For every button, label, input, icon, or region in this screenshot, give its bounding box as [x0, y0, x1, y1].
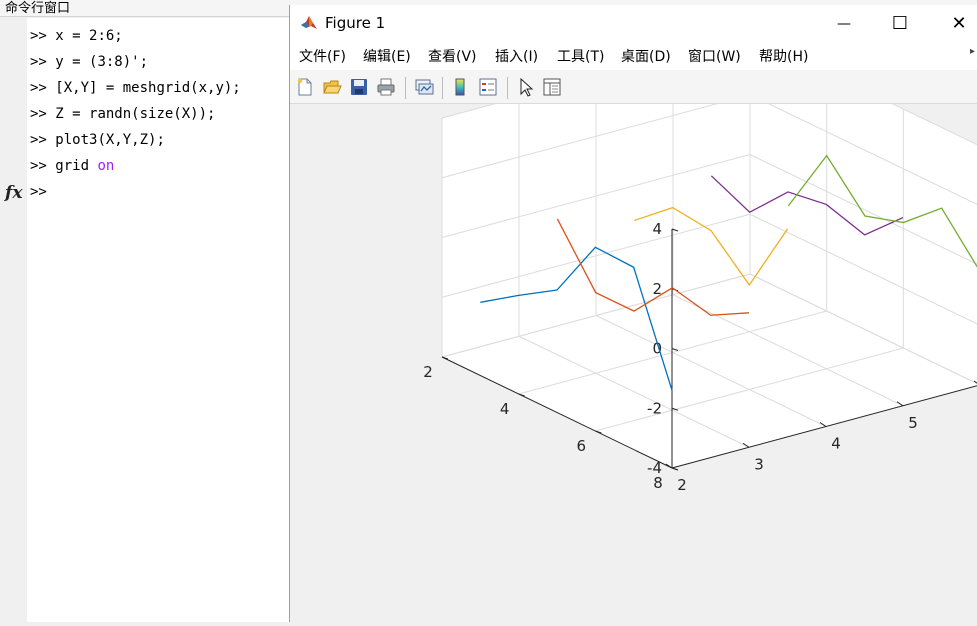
- command-gutter: [0, 18, 27, 622]
- command-code: plot3(X,Y,Z);: [55, 132, 165, 148]
- print-icon[interactable]: [376, 77, 396, 97]
- insert-legend-icon[interactable]: [478, 77, 498, 97]
- figure-canvas[interactable]: 234562468-4-2024: [290, 34, 977, 622]
- new-figure-icon[interactable]: [295, 77, 315, 97]
- figure-toolbar: [290, 70, 977, 104]
- command-code: x = 2:6;: [55, 28, 123, 44]
- menu-view[interactable]: 查看(V): [428, 42, 477, 70]
- command-line: >> x = 2:6;: [30, 26, 123, 46]
- menu-edit[interactable]: 编辑(E): [363, 42, 411, 70]
- y-tick-label: 2: [423, 363, 433, 381]
- command-code: y = (3:8)';: [55, 54, 149, 70]
- command-code: grid: [55, 158, 98, 174]
- z-tick: [671, 467, 679, 471]
- y-tick-label: 6: [577, 437, 587, 455]
- matlab-logo-icon: [300, 14, 318, 32]
- toolbar-separator: [405, 77, 406, 99]
- command-line: >> grid on: [30, 156, 114, 176]
- command-prompt: >>: [30, 54, 47, 70]
- x-tick-label: 3: [754, 455, 764, 473]
- command-line: >> Z = randn(size(X));: [30, 104, 215, 124]
- command-prompt: >>: [30, 28, 47, 44]
- z-tick-label: -4: [647, 459, 662, 477]
- command-keyword: on: [97, 158, 115, 174]
- insert-colorbar-icon[interactable]: [450, 77, 470, 97]
- x-tick-label: 2: [677, 476, 687, 494]
- function-browser-icon[interactable]: fx: [5, 183, 22, 203]
- command-line: >> plot3(X,Y,Z);: [30, 130, 165, 150]
- figure-window[interactable]: Figure 1 — ☐ ✕ 文件(F) 编辑(E) 查看(V) 插入(I) 工…: [289, 5, 977, 622]
- toolbar-separator: [507, 77, 508, 99]
- command-window[interactable]: >> x = 2:6; >> y = (3:8)'; >> [X,Y] = mesh…: [0, 18, 289, 622]
- menu-file[interactable]: 文件(F): [299, 42, 346, 70]
- menu-tools[interactable]: 工具(T): [557, 42, 604, 70]
- save-icon[interactable]: [349, 77, 369, 97]
- plot3-axes[interactable]: 234562468-4-2024: [290, 34, 977, 622]
- command-window-title: 命令行窗口: [0, 0, 289, 17]
- y-tick-label: 4: [500, 400, 510, 418]
- menu-desktop[interactable]: 桌面(D): [621, 42, 671, 70]
- command-line: >> y = (3:8)';: [30, 52, 148, 72]
- minimize-button[interactable]: —: [821, 5, 867, 42]
- maximize-button[interactable]: ☐: [877, 5, 923, 42]
- edit-plot-arrow-icon[interactable]: [516, 77, 536, 97]
- command-prompt: >>: [30, 158, 47, 174]
- close-icon: ✕: [951, 13, 967, 34]
- menu-window[interactable]: 窗口(W): [688, 42, 741, 70]
- figure-title: Figure 1: [325, 14, 386, 32]
- figure-titlebar[interactable]: Figure 1 — ☐ ✕: [290, 5, 977, 42]
- command-prompt: >>: [30, 106, 47, 122]
- open-file-icon[interactable]: [322, 77, 342, 97]
- x-tick-label: 4: [831, 435, 841, 453]
- command-line: >> [X,Y] = meshgrid(x,y);: [30, 78, 241, 98]
- link-plot-icon[interactable]: [414, 77, 434, 97]
- maximize-icon: ☐: [891, 13, 909, 34]
- command-prompt: >>: [30, 80, 47, 96]
- menu-insert[interactable]: 插入(I): [495, 42, 538, 70]
- figure-menubar: 文件(F) 编辑(E) 查看(V) 插入(I) 工具(T) 桌面(D) 窗口(W…: [290, 42, 977, 70]
- command-line: >>: [30, 182, 55, 202]
- menu-help[interactable]: 帮助(H): [759, 42, 808, 70]
- x-tick-label: 5: [908, 414, 918, 432]
- property-inspector-icon[interactable]: [542, 77, 562, 97]
- command-code: [X,Y] = meshgrid(x,y);: [55, 80, 241, 96]
- z-tick-label: 4: [652, 220, 662, 238]
- command-prompt: >>: [30, 184, 47, 200]
- close-button[interactable]: ✕: [936, 5, 977, 42]
- command-code: Z = randn(size(X));: [55, 106, 216, 122]
- minimize-icon: —: [837, 15, 851, 32]
- command-prompt: >>: [30, 132, 47, 148]
- menubar-arrow-icon: ▸: [970, 46, 976, 57]
- toolbar-separator: [442, 77, 443, 99]
- z-tick-label: -2: [647, 399, 662, 417]
